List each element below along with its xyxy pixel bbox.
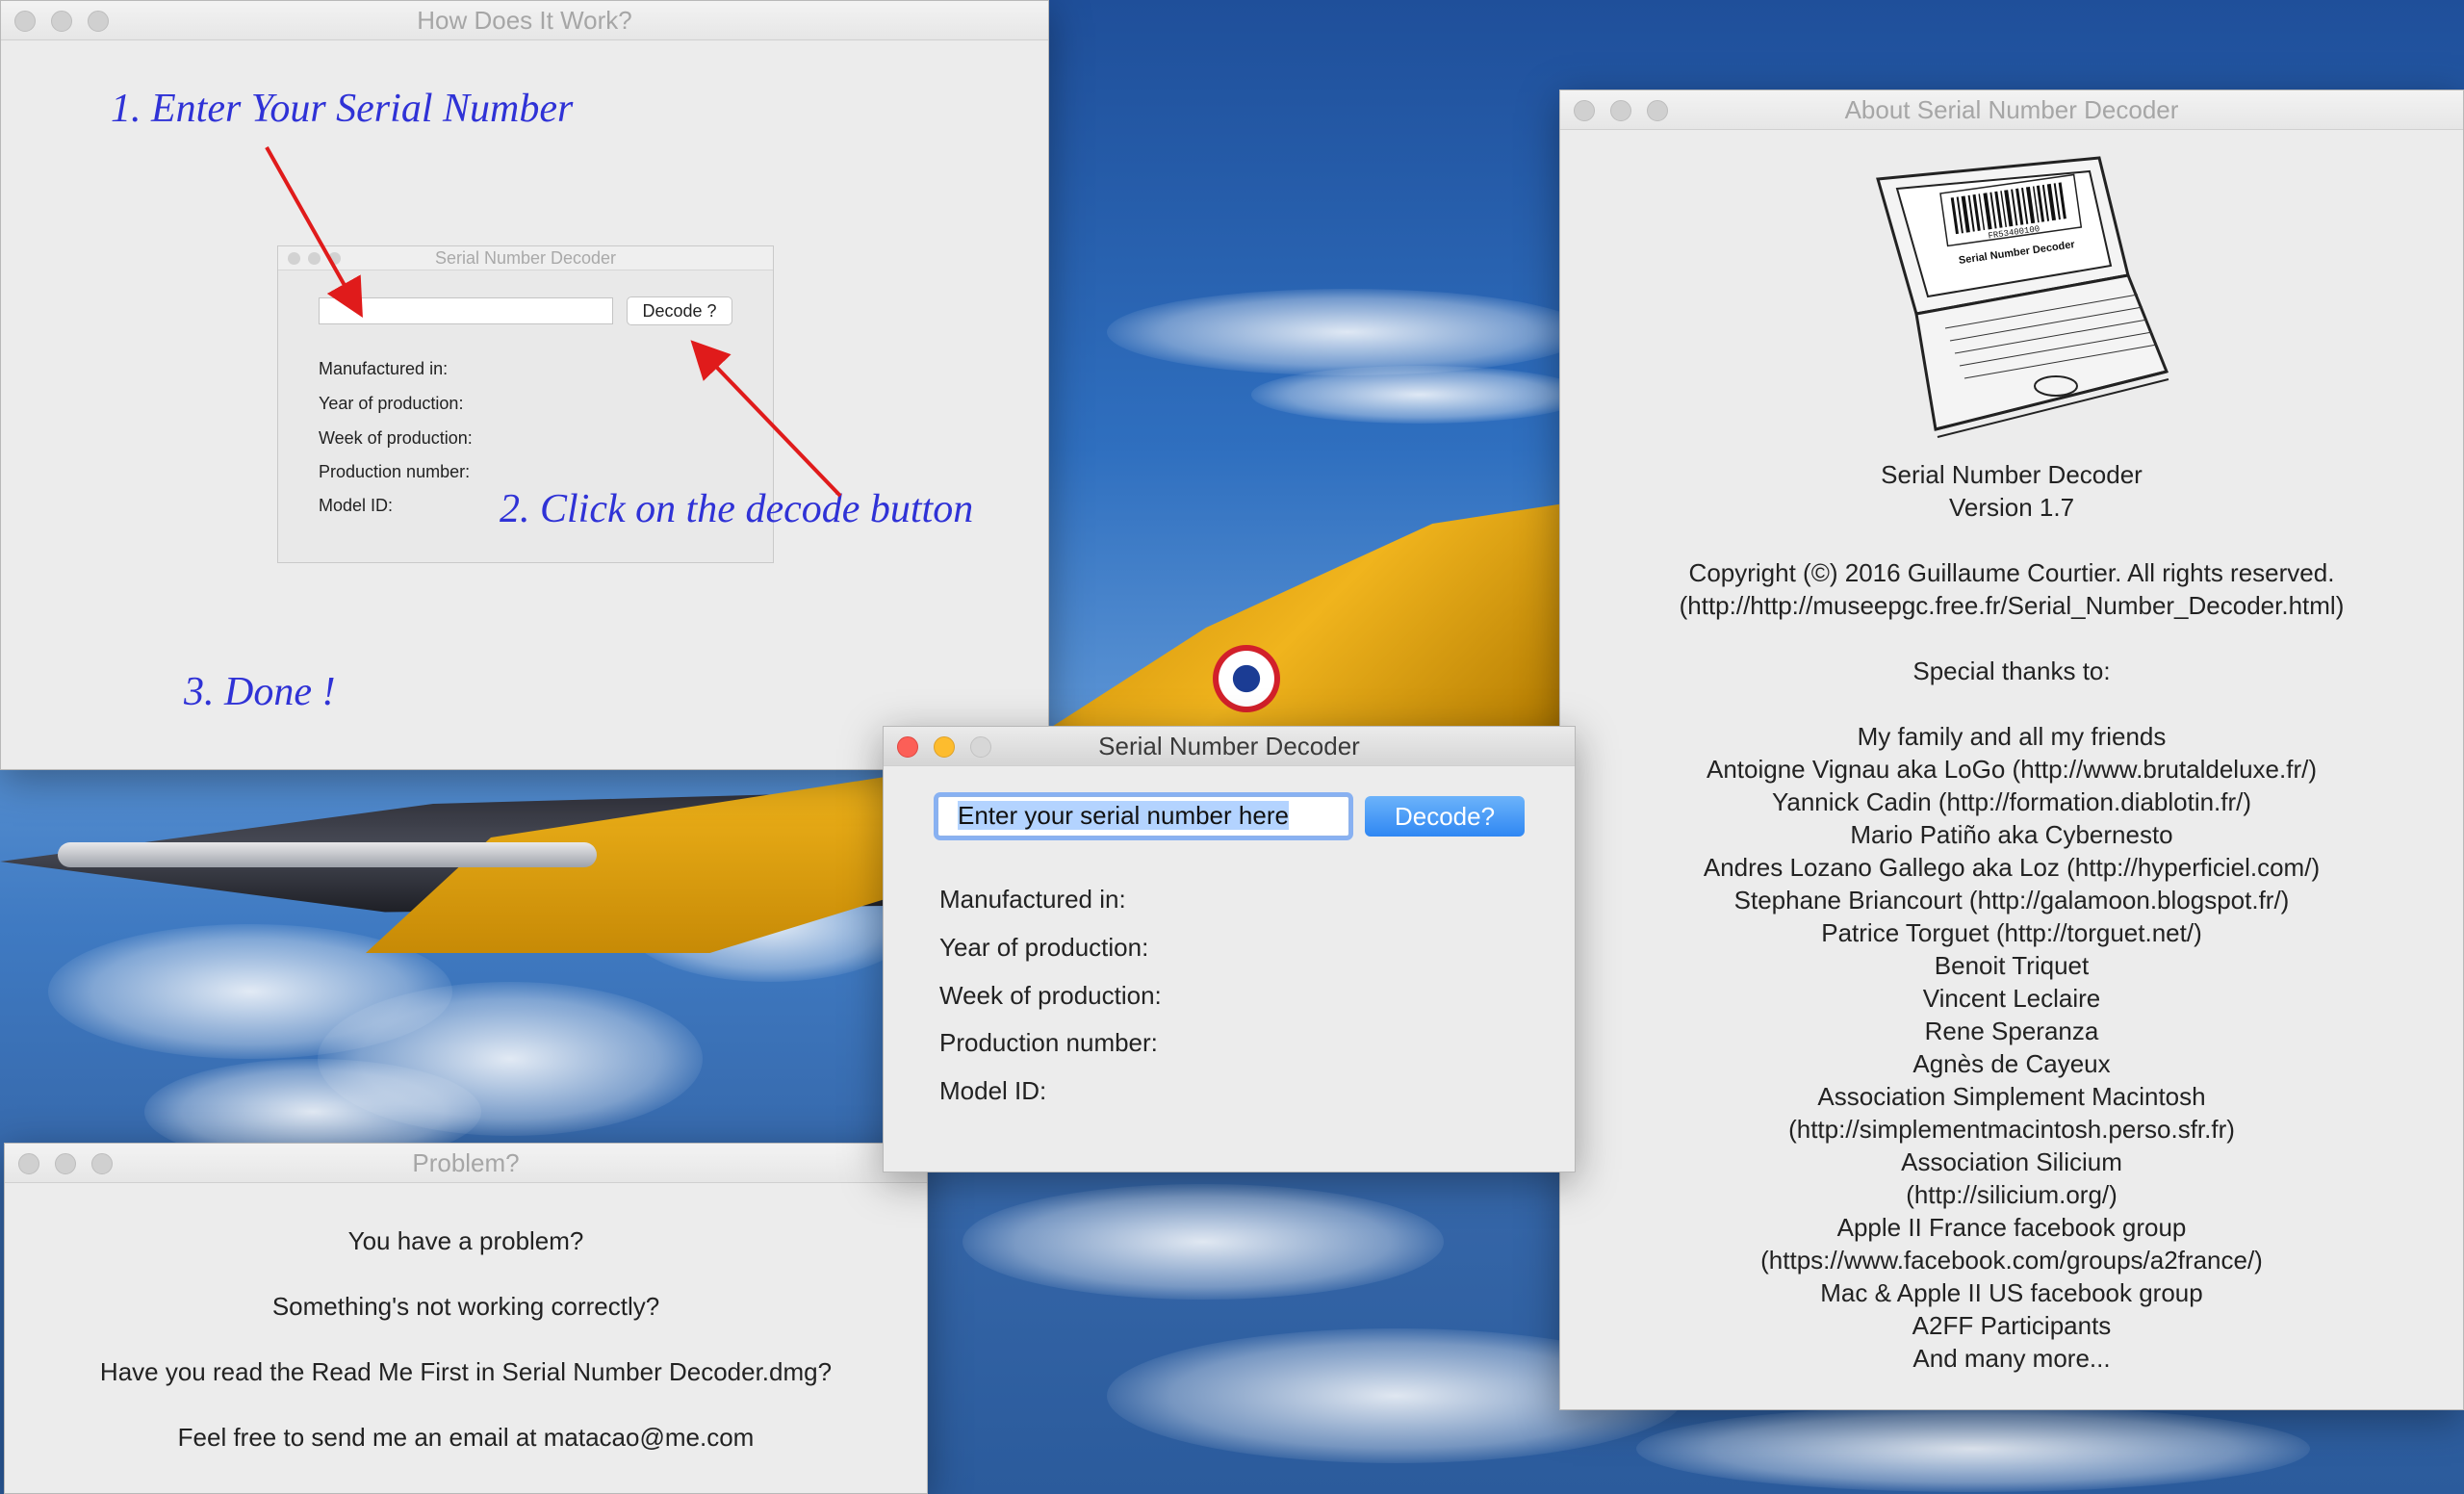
problem-line-3: Have you read the Read Me First in Seria… — [99, 1357, 833, 1386]
about-window[interactable]: About Serial Number Decoder FR53400100 S… — [1559, 90, 2464, 1410]
how-does-it-work-window[interactable]: How Does It Work? 1. Enter Your Serial N… — [0, 0, 1049, 770]
serial-input-text: Enter your serial number here — [958, 801, 1289, 830]
about-version: Version 1.7 — [1948, 493, 2075, 522]
thanks-item: Rene Speranza — [1924, 1017, 2099, 1045]
thanks-item: Stephane Briancourt (http://galamoon.blo… — [1733, 886, 2290, 914]
label-week-of-production: Week of production: — [939, 981, 1162, 1010]
thanks-item: Association Silicium — [1901, 1147, 2122, 1176]
window-title: About Serial Number Decoder — [1844, 95, 2179, 124]
about-thanks-heading: Special thanks to: — [1912, 657, 2111, 685]
titlebar[interactable]: Problem? — [5, 1144, 927, 1183]
laptop-barcode-icon: FR53400100 Serial Number Decoder — [1876, 156, 2169, 438]
jet-roundel — [1213, 645, 1280, 712]
problem-line-2: Something's not working correctly? — [271, 1292, 660, 1321]
problem-line-4: Feel free to send me an email at matacao… — [177, 1423, 755, 1452]
decode-button[interactable]: Decode? — [1365, 796, 1525, 837]
thanks-item: Patrice Torguet (http://torguet.net/) — [1821, 918, 2202, 947]
thanks-item: Association Simplement Macintosh — [1817, 1082, 2206, 1111]
window-title: Serial Number Decoder — [1098, 732, 1360, 760]
problem-window[interactable]: Problem? You have a problem? Something's… — [4, 1143, 928, 1494]
serial-number-decoder-window[interactable]: Serial Number Decoder Enter your serial … — [883, 726, 1576, 1172]
label-production-number: Production number: — [939, 1028, 1158, 1057]
thanks-item: My family and all my friends — [1857, 722, 2167, 751]
thanks-item: Andres Lozano Gallego aka Loz (http://hy… — [1703, 853, 2321, 882]
about-url[interactable]: (http://http://museepgc.free.fr/Serial_N… — [1560, 589, 2463, 622]
instruction-arrows — [265, 146, 842, 498]
label-model-id: Model ID: — [939, 1076, 1047, 1105]
jet-wing — [1044, 501, 1583, 732]
serial-number-input[interactable]: Enter your serial number here — [937, 796, 1349, 837]
titlebar[interactable]: About Serial Number Decoder — [1560, 90, 2463, 130]
thanks-item: And many more... — [1912, 1344, 2111, 1373]
thanks-item: Apple II France facebook group — [1836, 1213, 2187, 1242]
thanks-item: (http://simplementmacintosh.perso.sfr.fr… — [1788, 1115, 2235, 1144]
label-manufactured-in: Manufactured in: — [939, 885, 1126, 914]
thanks-item: (http://silicium.org/) — [1906, 1180, 2118, 1209]
arrow-to-button — [690, 340, 842, 498]
thanks-item: Mac & Apple II US facebook group — [1820, 1278, 2203, 1307]
thanks-item: A2FF Participants — [1912, 1311, 2112, 1340]
thanks-item: Mario Patiño aka Cybernesto — [1850, 820, 2173, 849]
window-title: Problem? — [412, 1148, 520, 1177]
jet-missile — [58, 842, 597, 867]
about-copyright: Copyright (©) 2016 Guillaume Courtier. A… — [1688, 558, 2335, 587]
thanks-item: Yannick Cadin (http://formation.diabloti… — [1771, 787, 2252, 816]
thanks-item: Agnès de Cayeux — [1912, 1049, 2111, 1078]
thanks-item: (https://www.facebook.com/groups/a2franc… — [1760, 1246, 2263, 1275]
label-year-of-production: Year of production: — [939, 933, 1149, 962]
problem-line-1: You have a problem? — [347, 1226, 584, 1255]
about-app-name: Serial Number Decoder — [1881, 460, 2143, 489]
thanks-item: Benoit Triquet — [1934, 951, 2090, 980]
thanks-item: Vincent Leclaire — [1922, 984, 2101, 1013]
thanks-item: Antoigne Vignau aka LoGo (http://www.bru… — [1706, 755, 2317, 784]
titlebar[interactable]: Serial Number Decoder — [884, 727, 1575, 766]
arrow-to-input — [265, 146, 363, 318]
